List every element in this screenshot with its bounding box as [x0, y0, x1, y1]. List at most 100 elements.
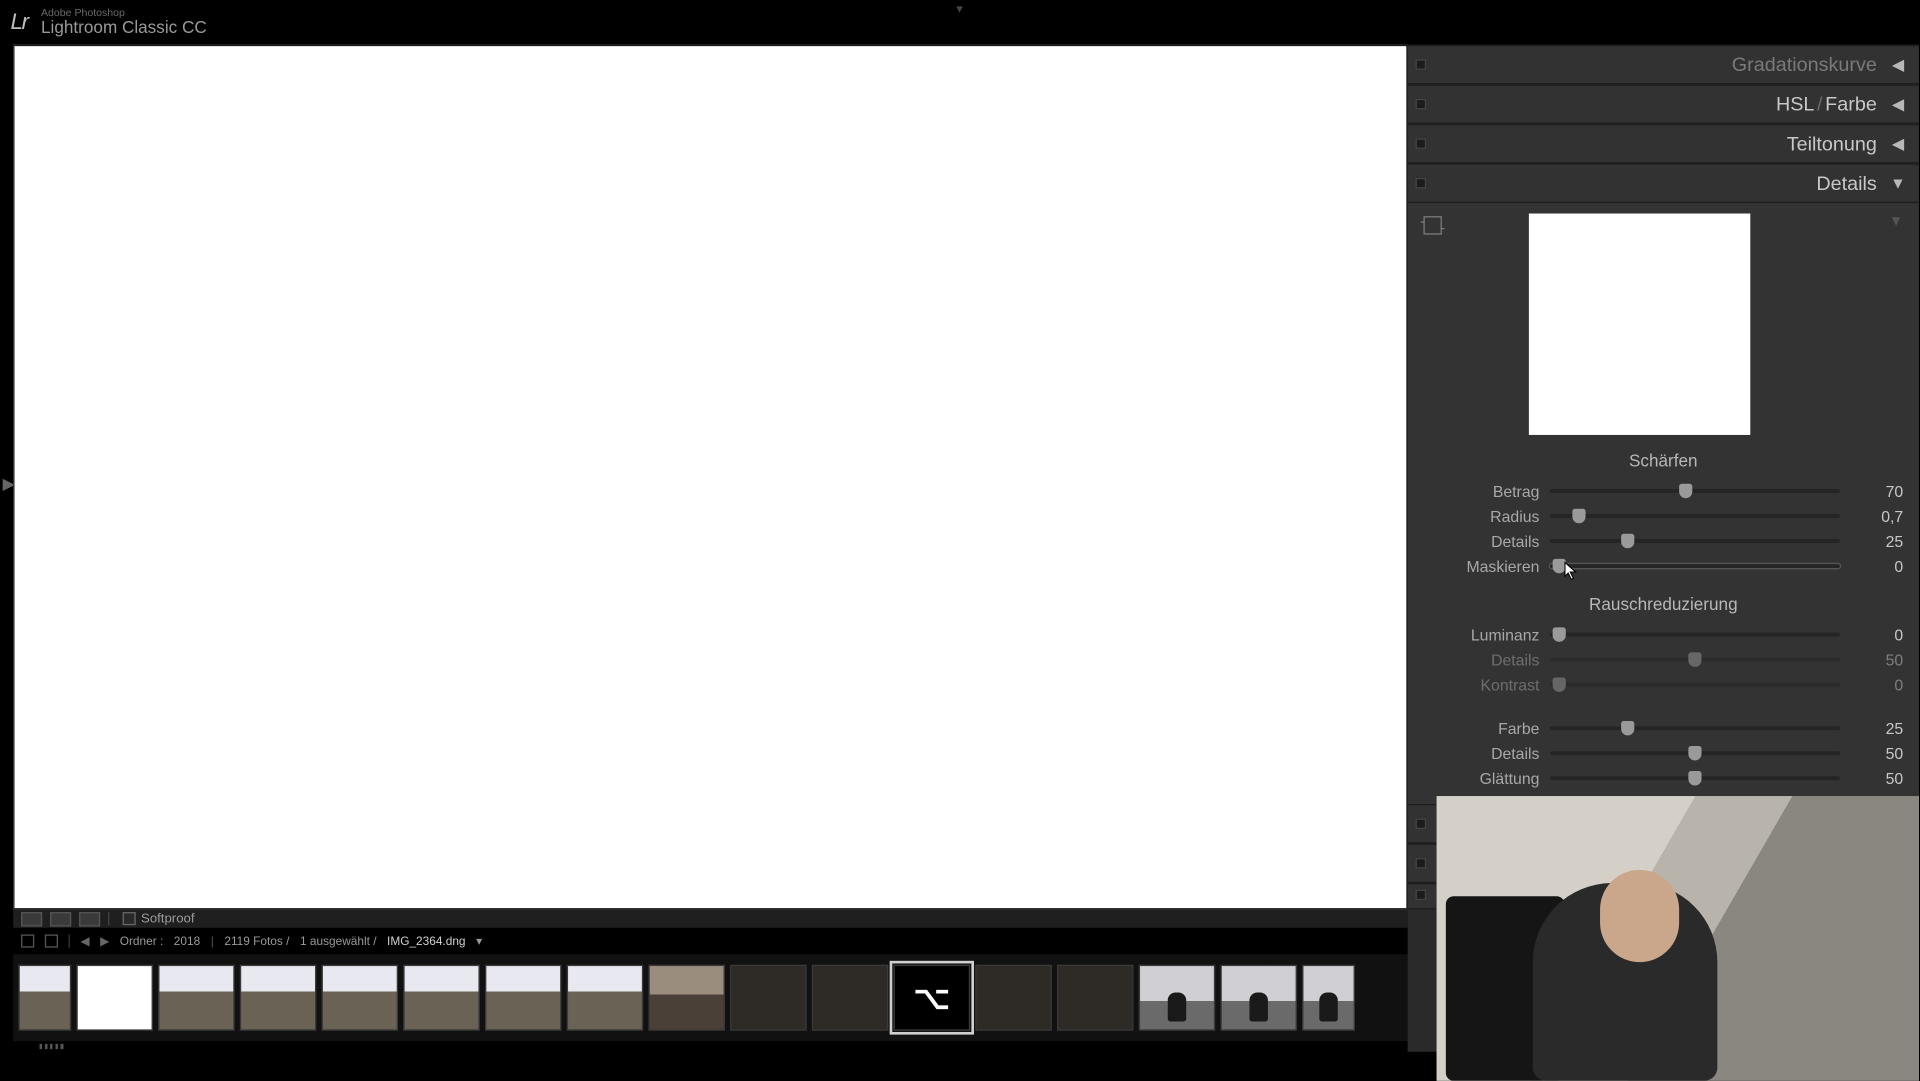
- webcam-overlay: [1437, 796, 1919, 1081]
- slider-label: Farbe: [1423, 719, 1539, 737]
- slider-label: Luminanz: [1423, 625, 1539, 643]
- thumbnail[interactable]: [403, 965, 479, 1031]
- title-bar: ▾ Lr Adobe Photoshop Lightroom Classic C…: [0, 0, 1919, 45]
- panel-toggle-dot[interactable]: [1416, 59, 1427, 70]
- panel-toggle-dot[interactable]: [1416, 99, 1427, 110]
- slider-track[interactable]: [1550, 751, 1840, 755]
- slider-value[interactable]: 0,7: [1850, 507, 1903, 525]
- filmstrip-info-bar: ◀ ▶ Ordner : 2018 | 2119 Fotos / 1 ausge…: [13, 928, 1407, 954]
- cursor-icon: [1563, 561, 1581, 582]
- nav-fwd-icon[interactable]: ▶: [100, 934, 109, 948]
- slider-label: Details: [1423, 532, 1539, 550]
- details-panel-body: ▼ Schärfen Betrag 70 Radius 0,7 Details …: [1408, 203, 1919, 804]
- develop-panel: Gradationskurve ◀ HSL/Farbe ◀ Teiltonung…: [1408, 45, 1919, 910]
- panel-title: Details: [1816, 172, 1876, 194]
- thumbnail[interactable]: [158, 965, 234, 1031]
- slider-track[interactable]: [1550, 726, 1840, 730]
- slider-track: [1550, 658, 1840, 662]
- thumbnail[interactable]: [567, 965, 643, 1031]
- slider-track[interactable]: [1550, 514, 1840, 518]
- collapse-icon[interactable]: ◀: [1890, 55, 1906, 73]
- view-mode-split-icon[interactable]: [79, 911, 100, 925]
- slider-track[interactable]: [1550, 633, 1840, 637]
- slider-sharpen-amount[interactable]: Betrag 70: [1423, 478, 1903, 503]
- grid-icon[interactable]: [45, 934, 58, 947]
- panel-title: Gradationskurve: [1732, 53, 1877, 75]
- slider-label: Details: [1423, 650, 1539, 668]
- thumbnail[interactable]: [485, 965, 561, 1031]
- view-mode-before-after-icon[interactable]: [50, 911, 71, 925]
- thumbnail[interactable]: [240, 965, 316, 1031]
- top-grip-icon[interactable]: ▾: [956, 3, 963, 17]
- view-mode-loupe-icon[interactable]: [21, 911, 42, 925]
- dropdown-icon[interactable]: ▾: [476, 934, 482, 948]
- viewer-toolbar: Softproof: [13, 909, 1407, 927]
- panel-header-split-toning[interactable]: Teiltonung ◀: [1408, 124, 1919, 164]
- detail-picker-icon[interactable]: [1423, 216, 1441, 234]
- slider-sharpen-radius[interactable]: Radius 0,7: [1423, 503, 1903, 528]
- slider-value[interactable]: 70: [1850, 482, 1903, 500]
- slider-track[interactable]: [1550, 539, 1840, 543]
- folder-name[interactable]: 2018: [174, 934, 200, 947]
- checkbox-icon[interactable]: [123, 912, 136, 925]
- slider-track[interactable]: [1550, 776, 1840, 780]
- panel-title: HSL/Farbe: [1776, 93, 1877, 115]
- slider-label: Betrag: [1423, 482, 1539, 500]
- thumbnail-selected[interactable]: ⌥: [894, 965, 970, 1031]
- nav-back-icon[interactable]: ◀: [80, 934, 89, 948]
- app-name: Lightroom Classic CC: [41, 18, 207, 36]
- softproof-toggle[interactable]: Softproof: [123, 911, 195, 925]
- panel-toggle-dot[interactable]: [1416, 890, 1427, 901]
- panel-header-hsl[interactable]: HSL/Farbe ◀: [1408, 84, 1919, 124]
- slider-label: Kontrast: [1423, 675, 1539, 693]
- filmstrip-resize-grip[interactable]: [13, 1041, 1407, 1052]
- image-viewer[interactable]: [13, 45, 1407, 910]
- slider-track[interactable]: [1550, 564, 1840, 568]
- slider-value[interactable]: 0: [1850, 625, 1903, 643]
- second-monitor-icon[interactable]: [21, 934, 34, 947]
- detail-preview[interactable]: [1529, 214, 1750, 435]
- section-title-noise: Rauschreduzierung: [1423, 594, 1903, 614]
- thumbnail[interactable]: [76, 965, 152, 1031]
- softproof-label: Softproof: [141, 911, 195, 925]
- thumbnail[interactable]: [322, 965, 398, 1031]
- thumbnail[interactable]: [812, 965, 888, 1031]
- slider-noise-color-detail[interactable]: Details 50: [1423, 741, 1903, 766]
- panel-toggle-dot[interactable]: [1416, 178, 1427, 189]
- thumbnail[interactable]: [1139, 965, 1215, 1031]
- slider-value[interactable]: 0: [1850, 557, 1903, 575]
- slider-value[interactable]: 50: [1850, 744, 1903, 762]
- folder-label: Ordner :: [120, 934, 164, 947]
- collapse-icon[interactable]: ▼: [1890, 174, 1906, 192]
- panel-header-details[interactable]: Details ▼: [1408, 163, 1919, 203]
- collapse-icon[interactable]: ◀: [1890, 134, 1906, 152]
- thumbnail[interactable]: [18, 965, 71, 1031]
- slider-value[interactable]: 25: [1850, 532, 1903, 550]
- collapse-icon[interactable]: ◀: [1890, 95, 1906, 113]
- slider-sharpen-masking[interactable]: Maskieren 0: [1423, 554, 1903, 579]
- thumbnail[interactable]: [975, 965, 1051, 1031]
- slider-sharpen-detail[interactable]: Details 25: [1423, 529, 1903, 554]
- thumbnail[interactable]: [1220, 965, 1296, 1031]
- thumbnail[interactable]: [1302, 965, 1355, 1031]
- slider-track: [1550, 683, 1840, 687]
- slider-label: Radius: [1423, 507, 1539, 525]
- panel-toggle-dot[interactable]: [1416, 858, 1427, 869]
- filmstrip[interactable]: ⌥: [13, 954, 1407, 1041]
- panel-toggle-dot[interactable]: [1416, 138, 1427, 149]
- slider-noise-smoothness[interactable]: Glättung 50: [1423, 766, 1903, 791]
- thumbnail[interactable]: [730, 965, 806, 1031]
- detail-preview-menu-icon[interactable]: ▼: [1889, 214, 1903, 230]
- thumbnail[interactable]: [648, 965, 724, 1031]
- photo-count: 2119 Fotos /: [224, 934, 289, 947]
- panel-toggle-dot[interactable]: [1416, 818, 1427, 829]
- slider-label: Details: [1423, 744, 1539, 762]
- panel-header-tone-curve[interactable]: Gradationskurve ◀: [1408, 45, 1919, 85]
- thumbnail[interactable]: [1057, 965, 1133, 1031]
- selected-count: 1 ausgewählt /: [300, 934, 377, 947]
- slider-track[interactable]: [1550, 489, 1840, 493]
- slider-noise-color[interactable]: Farbe 25: [1423, 716, 1903, 741]
- slider-value[interactable]: 25: [1850, 719, 1903, 737]
- slider-noise-luminance[interactable]: Luminanz 0: [1423, 622, 1903, 647]
- slider-value[interactable]: 50: [1850, 769, 1903, 787]
